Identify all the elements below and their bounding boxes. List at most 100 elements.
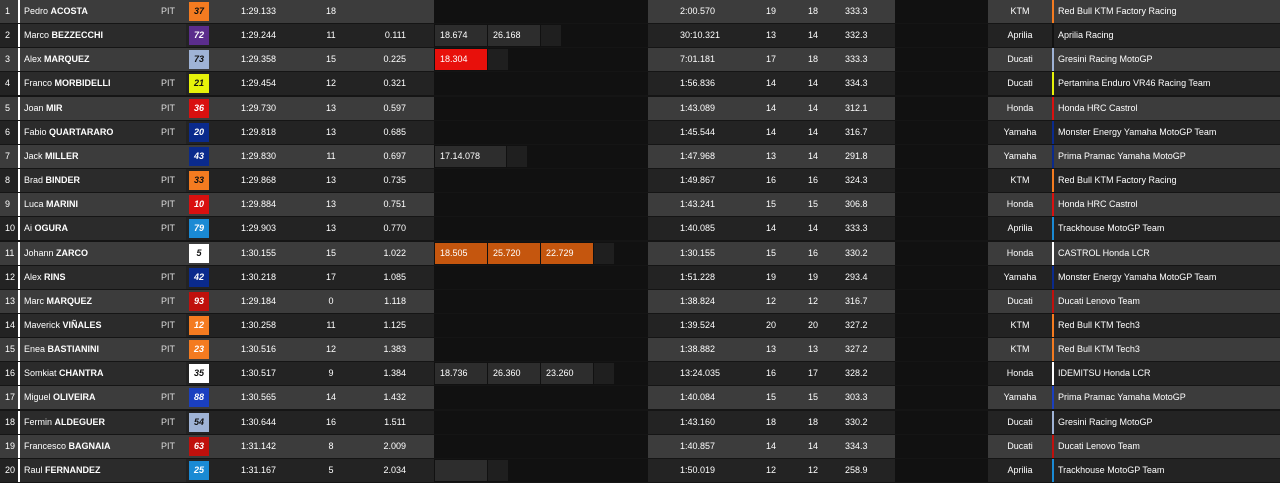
rider-first-name: Joan bbox=[24, 102, 47, 113]
rider-name[interactable]: Somkiat CHANTRA bbox=[24, 362, 164, 385]
table-row[interactable]: 16 Somkiat CHANTRA 35 1:30.517 9 1.384 18.736 2… bbox=[0, 362, 1280, 386]
spacer-area bbox=[895, 458, 988, 482]
sector-time: 18.304 bbox=[435, 49, 487, 71]
sector-time bbox=[435, 459, 487, 481]
table-row[interactable]: 6 Fabio QUARTARARO PIT 20 1:29.818 13 0.685 1:4… bbox=[0, 120, 1280, 144]
table-row[interactable]: 17 Miguel OLIVEIRA PIT 88 1:30.565 14 1.432 1:4… bbox=[0, 386, 1280, 410]
best-lap-number: 13 bbox=[325, 223, 336, 234]
rider-number-badge: 12 bbox=[189, 315, 209, 335]
pit-indicator: PIT bbox=[161, 102, 176, 113]
position-cell: 14 bbox=[5, 319, 16, 330]
pit-indicator: PIT bbox=[161, 271, 176, 282]
rider-last-name: MILLER bbox=[45, 150, 79, 161]
rider-name[interactable]: Alex RINS bbox=[24, 266, 164, 289]
rider-name[interactable]: Luca MARINI bbox=[24, 193, 164, 216]
team-name: Monster Energy Yamaha MotoGP Team bbox=[1058, 126, 1217, 137]
table-row[interactable]: 18 Fermin ALDEGUER PIT 54 1:30.644 16 1.511 1:4… bbox=[0, 410, 1280, 434]
pit-indicator: PIT bbox=[161, 126, 176, 137]
rider-last-name: VIÑALES bbox=[62, 319, 102, 330]
sector-area bbox=[434, 96, 648, 120]
manufacturer: Ducati bbox=[1007, 440, 1033, 451]
top-speed: 328.2 bbox=[845, 368, 868, 379]
rider-name[interactable]: Fermin ALDEGUER bbox=[24, 411, 164, 434]
rider-name[interactable]: Franco MORBIDELLI bbox=[24, 72, 164, 95]
table-row[interactable]: 20 Raul FERNANDEZ 25 1:31.167 5 2.034 1:50.019… bbox=[0, 458, 1280, 482]
rider-name[interactable]: Miguel OLIVEIRA bbox=[24, 386, 164, 409]
best-lap-number: 12 bbox=[325, 78, 336, 89]
spacer-area bbox=[895, 386, 988, 410]
table-row[interactable]: 13 Marc MARQUEZ PIT 93 1:29.184 0 1.118 1:38.82… bbox=[0, 289, 1280, 313]
best-lap-time: 1:30.258 bbox=[241, 319, 277, 330]
rider-first-name: Alex bbox=[24, 54, 45, 65]
table-row[interactable]: 2 Marco BEZZECCHI 72 1:29.244 11 0.111 18.674 2… bbox=[0, 24, 1280, 48]
rider-name[interactable]: Raul FERNANDEZ bbox=[24, 459, 164, 482]
table-row[interactable]: 15 Enea BASTIANINI PIT 23 1:30.516 12 1.383 1:3… bbox=[0, 338, 1280, 362]
rider-name[interactable]: Jack MILLER bbox=[24, 145, 164, 168]
rider-name[interactable]: Ai OGURA bbox=[24, 217, 164, 240]
top-speed: 258.9 bbox=[845, 464, 868, 475]
team-name: Aprilia Racing bbox=[1058, 30, 1114, 41]
last-lap-time: 1:38.824 bbox=[680, 295, 716, 306]
rider-name[interactable]: Fabio QUARTARARO bbox=[24, 121, 164, 144]
spacer-area bbox=[895, 0, 988, 23]
table-row[interactable]: 11 Johann ZARCO 5 1:30.155 15 1.022 18.505 25.7… bbox=[0, 241, 1280, 265]
total-laps: 14 bbox=[807, 440, 818, 451]
best-lap-number: 17 bbox=[325, 271, 336, 282]
manufacturer: Aprilia bbox=[1007, 223, 1033, 234]
rider-first-name: Luca bbox=[24, 199, 47, 210]
laps-count: 15 bbox=[765, 199, 776, 210]
gap-to-leader: 1.085 bbox=[383, 271, 406, 282]
table-row[interactable]: 3 Alex MARQUEZ 73 1:29.358 15 0.225 18.304 7:01… bbox=[0, 48, 1280, 72]
spacer-area bbox=[895, 289, 988, 313]
table-row[interactable]: 9 Luca MARINI PIT 10 1:29.884 13 0.751 1:43.241… bbox=[0, 193, 1280, 217]
total-laps: 14 bbox=[807, 126, 818, 137]
rider-last-name: BAGNAIA bbox=[68, 440, 111, 451]
rider-first-name: Alex bbox=[24, 271, 45, 282]
position-cell: 8 bbox=[5, 175, 11, 186]
table-row[interactable]: 4 Franco MORBIDELLI PIT 21 1:29.454 12 0.321 1:… bbox=[0, 72, 1280, 96]
rider-name[interactable]: Johann ZARCO bbox=[24, 242, 164, 265]
best-lap-time: 1:29.133 bbox=[241, 6, 277, 16]
manufacturer: Yamaha bbox=[1003, 150, 1037, 161]
table-row[interactable]: 12 Alex RINS PIT 42 1:30.218 17 1.085 1:51.228 1… bbox=[0, 265, 1280, 289]
position-cell: 17 bbox=[5, 392, 16, 403]
best-lap-time: 1:29.184 bbox=[241, 295, 277, 306]
team-name: Trackhouse MotoGP Team bbox=[1058, 223, 1165, 234]
rider-name[interactable]: Marc MARQUEZ bbox=[24, 290, 164, 313]
team-name: Red Bull KTM Factory Racing bbox=[1058, 175, 1177, 186]
rider-name[interactable]: Marco BEZZECCHI bbox=[24, 24, 164, 47]
rider-last-name: ALDEGUER bbox=[54, 416, 106, 427]
rider-name[interactable]: Brad BINDER bbox=[24, 169, 164, 192]
sector-time: 26.168 bbox=[488, 25, 540, 47]
table-row[interactable]: 19 Francesco BAGNAIA PIT 63 1:31.142 8 2.009 1:… bbox=[0, 434, 1280, 458]
gap-to-leader: 2.009 bbox=[383, 440, 406, 451]
rider-first-name: Miguel bbox=[24, 392, 54, 403]
last-lap-time: 1:43.160 bbox=[680, 416, 716, 427]
position-cell: 4 bbox=[5, 78, 11, 89]
laps-count: 15 bbox=[765, 247, 776, 258]
table-row[interactable]: 1 Pedro ACOSTA PIT 37 1:29.133 18 2:00.570 19 18… bbox=[0, 0, 1280, 23]
table-row[interactable]: 8 Brad BINDER PIT 33 1:29.868 13 0.735 1:49.867… bbox=[0, 169, 1280, 193]
spacer-area bbox=[895, 241, 988, 265]
table-row[interactable]: 5 Joan MIR PIT 36 1:29.730 13 0.597 1:43.089 14 1… bbox=[0, 96, 1280, 120]
sector-time: 18.505 bbox=[435, 242, 487, 264]
manufacturer: Ducati bbox=[1007, 416, 1033, 427]
rider-name[interactable]: Joan MIR bbox=[24, 97, 164, 120]
gap-to-leader: 1.118 bbox=[384, 295, 406, 306]
table-row[interactable]: 7 Jack MILLER 43 1:29.830 11 0.697 17.14.078 1:… bbox=[0, 144, 1280, 168]
manufacturer: Honda bbox=[1006, 368, 1034, 379]
rider-name[interactable]: Francesco BAGNAIA bbox=[24, 435, 164, 458]
rider-name[interactable]: Enea BASTIANINI bbox=[24, 338, 164, 361]
rider-name[interactable]: Pedro ACOSTA bbox=[24, 0, 164, 23]
best-lap-time: 1:30.516 bbox=[241, 344, 277, 355]
manufacturer: KTM bbox=[1010, 319, 1030, 330]
last-lap-time: 1:43.089 bbox=[680, 102, 716, 113]
table-row[interactable]: 10 Ai OGURA PIT 79 1:29.903 13 0.770 1:40.085 14… bbox=[0, 217, 1280, 241]
table-row[interactable]: 14 Maverick VIÑALES PIT 12 1:30.258 11 1.125 1:… bbox=[0, 313, 1280, 337]
top-speed: 303.3 bbox=[845, 392, 868, 403]
best-lap-time: 1:29.868 bbox=[241, 175, 277, 186]
rider-name[interactable]: Maverick VIÑALES bbox=[24, 314, 164, 337]
spacer-area bbox=[895, 410, 988, 434]
rider-name[interactable]: Alex MARQUEZ bbox=[24, 48, 164, 71]
rider-first-name: Raul bbox=[24, 464, 46, 475]
